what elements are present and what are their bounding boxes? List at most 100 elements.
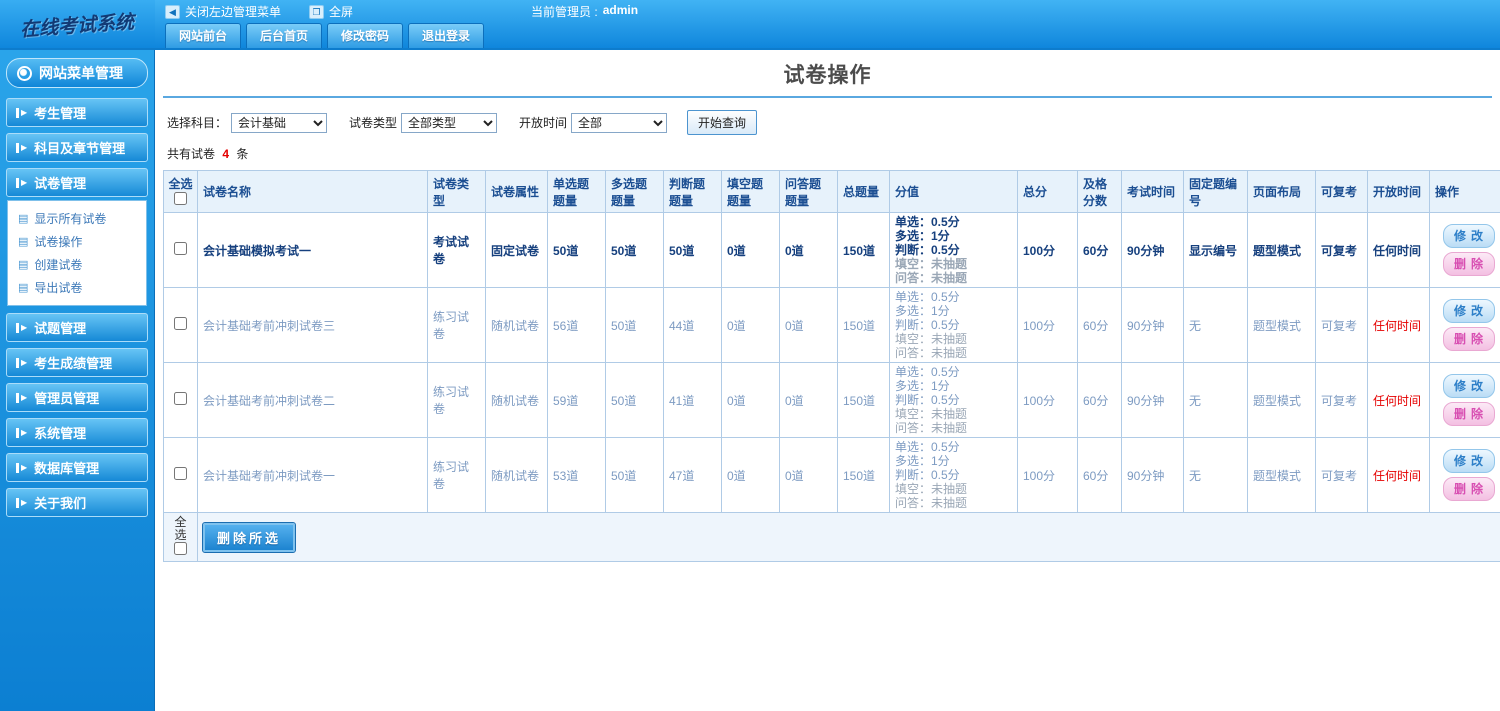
delete-button[interactable]: 删除	[1442, 402, 1495, 426]
submenu-item-export-paper[interactable]: ▤ 导出试卷	[14, 276, 140, 299]
sidebar-item-paper-management[interactable]: ▶ 试卷管理	[6, 168, 148, 197]
app-logo: 在线考试系统	[0, 0, 155, 50]
select-all-footer-checkbox[interactable]	[174, 542, 187, 555]
column-header: 全选	[163, 170, 198, 213]
column-header: 考试时间	[1121, 170, 1184, 213]
score-line: 单选：0.5分	[895, 215, 960, 229]
tab-change-password[interactable]: 修改密码	[327, 23, 404, 48]
delete-button[interactable]: 删除	[1442, 327, 1495, 351]
subject-select[interactable]: 会计基础	[231, 112, 328, 133]
doc-icon: ▤	[18, 259, 29, 271]
edit-button[interactable]: 修改	[1442, 374, 1495, 398]
sidebar-item-about-us[interactable]: ▶ 关于我们	[6, 488, 148, 517]
submenu-item-label: 创建试卷	[34, 258, 83, 272]
sidebar-item-score-management[interactable]: ▶ 考生成绩管理	[6, 348, 148, 377]
fullscreen-icon: ❐	[309, 4, 325, 19]
delete-button[interactable]: 删除	[1442, 252, 1495, 276]
row-checkbox[interactable]	[174, 392, 187, 405]
sidebar-item-label: 试卷管理	[34, 176, 87, 191]
multi-choice-count: 50道	[605, 437, 664, 513]
column-header: 填空题题量	[721, 170, 780, 213]
open-time: 任何时间	[1367, 437, 1430, 513]
score-line: 判断：0.5分	[895, 243, 960, 257]
submenu-item-label: 显示所有试卷	[34, 212, 107, 226]
score-line: 判断：0.5分	[895, 468, 960, 482]
score-line: 多选：1分	[895, 229, 950, 243]
sidebar-header-label: 网站菜单管理	[39, 65, 123, 81]
column-header: 试卷属性	[485, 170, 548, 213]
score-line: 问答：未抽题	[895, 346, 968, 360]
paper-type: 练习试卷	[427, 287, 486, 363]
single-choice-count: 56道	[547, 287, 606, 363]
topbar-strip: ◀ 关闭左边管理菜单 ❐ 全屏 当前管理员 : admin	[155, 0, 1500, 23]
essay-count: 0道	[779, 287, 838, 363]
row-checkbox[interactable]	[174, 242, 187, 255]
tab-site-front[interactable]: 网站前台	[165, 23, 242, 48]
score-line: 问答：未抽题	[895, 421, 968, 435]
sidebar-item-system-management[interactable]: ▶ 系统管理	[6, 418, 148, 447]
arrow-right-icon: ▶	[16, 177, 27, 188]
doc-icon: ▤	[18, 282, 29, 294]
score-breakdown: 单选：0.5分 多选：1分 判断：0.5分 填空：未抽题 问答：未抽题	[889, 212, 1018, 288]
judge-count: 47道	[663, 437, 722, 513]
edit-button[interactable]: 修改	[1442, 224, 1495, 248]
pass-score: 60分	[1077, 212, 1122, 288]
open-time-select[interactable]: 全部	[571, 112, 668, 133]
column-header: 判断题题量	[663, 170, 722, 213]
delete-button[interactable]: 删除	[1442, 477, 1495, 501]
essay-count: 0道	[779, 212, 838, 288]
select-all-header-checkbox[interactable]	[174, 192, 187, 205]
edit-button[interactable]: 修改	[1442, 449, 1495, 473]
page-layout: 题型模式	[1247, 362, 1316, 438]
tab-logout[interactable]: 退出登录	[408, 23, 485, 48]
main-content: 试卷操作 选择科目： 会计基础 试卷类型 全部类型 开放时间 全部 开始查询 共…	[155, 50, 1500, 711]
sidebar-item-database-management[interactable]: ▶ 数据库管理	[6, 453, 148, 482]
tab-admin-home[interactable]: 后台首页	[246, 23, 323, 48]
score-breakdown: 单选：0.5分 多选：1分 判断：0.5分 填空：未抽题 问答：未抽题	[889, 362, 1018, 438]
column-header: 总分	[1017, 170, 1078, 213]
fullscreen-toggle[interactable]: ❐ 全屏	[309, 3, 353, 20]
submenu-item-create-paper[interactable]: ▤ 创建试卷	[14, 253, 140, 276]
close-left-menu[interactable]: ◀ 关闭左边管理菜单	[165, 3, 281, 20]
edit-button[interactable]: 修改	[1442, 299, 1495, 323]
paper-attribute: 随机试卷	[485, 287, 548, 363]
column-header: 固定题编号	[1183, 170, 1248, 213]
total-score: 100分	[1017, 437, 1078, 513]
table-row: 会计基础考前冲刺试卷二 练习试卷 随机试卷 59道 50道 41道 0道 0道 …	[163, 362, 1500, 438]
fixed-question-number: 无	[1183, 362, 1248, 438]
fill-blank-count: 0道	[721, 287, 780, 363]
footer-actions-cell: 删除所选	[197, 512, 1500, 562]
submenu-item-show-all-papers[interactable]: ▤ 显示所有试卷	[14, 207, 140, 230]
row-checkbox[interactable]	[174, 467, 187, 480]
sidebar-item-question-management[interactable]: ▶ 试题管理	[6, 313, 148, 342]
score-line: 多选：1分	[895, 304, 950, 318]
retake-allowed: 可复考	[1315, 362, 1368, 438]
paper-attribute: 随机试卷	[485, 362, 548, 438]
retake-allowed: 可复考	[1315, 287, 1368, 363]
column-header: 问答题题量	[779, 170, 838, 213]
open-time: 任何时间	[1367, 287, 1430, 363]
paper-management-submenu: ▤ 显示所有试卷 ▤ 试卷操作 ▤ 创建试卷 ▤ 导出试卷	[7, 200, 147, 306]
paper-type-select[interactable]: 全部类型	[401, 112, 498, 133]
submenu-item-label: 导出试卷	[34, 281, 83, 295]
paper-name: 会计基础考前冲刺试卷二	[197, 362, 428, 438]
sidebar-item-examinee-management[interactable]: ▶ 考生管理	[6, 98, 148, 127]
fill-blank-count: 0道	[721, 362, 780, 438]
arrow-right-icon: ▶	[16, 392, 27, 403]
sidebar-item-subject-chapter-management[interactable]: ▶ 科目及章节管理	[6, 133, 148, 162]
score-line: 填空：未抽题	[895, 407, 968, 421]
submenu-item-paper-operations[interactable]: ▤ 试卷操作	[14, 230, 140, 253]
score-line: 判断：0.5分	[895, 318, 960, 332]
topbar: ◀ 关闭左边管理菜单 ❐ 全屏 当前管理员 : admin 网站前台 后台首页 …	[155, 0, 1500, 50]
table-row: 会计基础考前冲刺试卷一 练习试卷 随机试卷 53道 50道 47道 0道 0道 …	[163, 437, 1500, 513]
row-checkbox[interactable]	[174, 317, 187, 330]
score-line: 填空：未抽题	[895, 482, 968, 496]
delete-selected-button[interactable]: 删除所选	[201, 521, 297, 553]
open-time: 任何时间	[1367, 362, 1430, 438]
summary-prefix: 共有试卷	[167, 147, 216, 161]
table-row: 会计基础考前冲刺试卷三 练习试卷 随机试卷 56道 50道 44道 0道 0道 …	[163, 287, 1500, 363]
sidebar-item-admin-management[interactable]: ▶ 管理员管理	[6, 383, 148, 412]
query-button[interactable]: 开始查询	[687, 110, 758, 135]
sidebar-item-label: 关于我们	[34, 496, 87, 511]
score-line: 判断：0.5分	[895, 393, 960, 407]
